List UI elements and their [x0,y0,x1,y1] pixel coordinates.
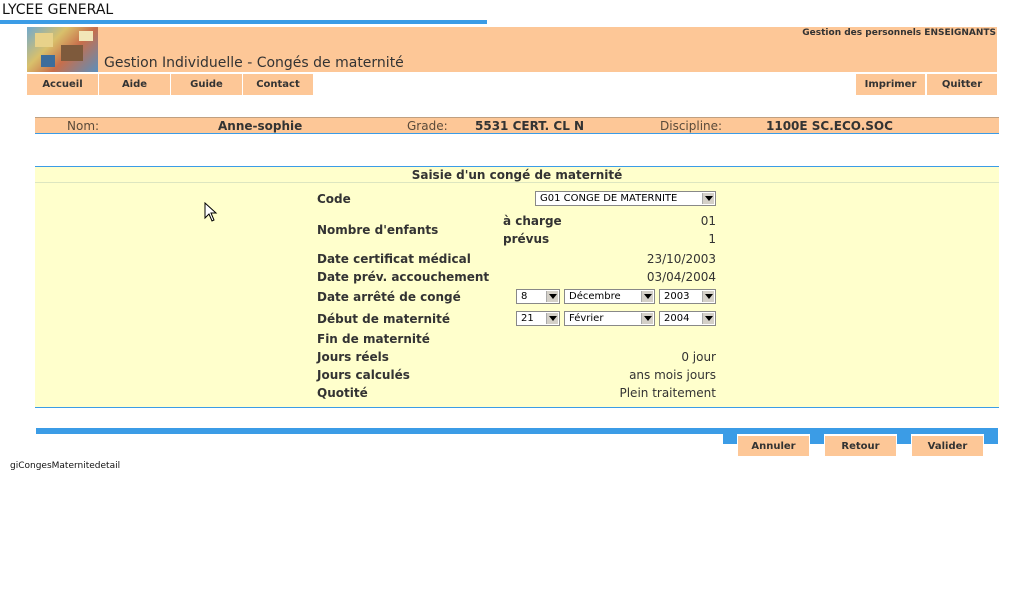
chevron-down-icon [546,291,558,302]
quit-button[interactable]: Quitter [927,74,997,95]
back-button[interactable]: Retour [825,436,896,456]
date-accouchement-label: Date prév. accouchement [317,270,490,284]
title-underline [0,20,487,24]
discipline-label: Discipline: [660,119,723,133]
fin-maternite-label: Fin de maternité [317,332,430,346]
jours-calcules-value: ans mois jours [629,368,716,382]
chevron-down-icon [641,313,653,324]
nav-accueil-button[interactable]: Accueil [27,74,98,95]
page-code: giCongesMaternitedetail [10,461,121,471]
debut-month-select[interactable]: Février [564,311,655,326]
chevron-down-icon [702,313,714,324]
debut-day-select[interactable]: 21 [516,311,560,326]
page-title: Gestion Individuelle - Congés de materni… [104,55,404,71]
grade-value: 5531 CERT. CL N [475,119,585,133]
discipline-value: 1100E SC.ECO.SOC [766,119,893,133]
chevron-down-icon [641,291,653,302]
prevus-value: 1 [708,232,716,246]
mouse-cursor-icon [204,202,218,222]
chevron-down-icon [702,291,714,302]
code-select[interactable]: G01 CONGE DE MATERNITE [535,191,716,206]
date-arrete-label: Date arrêté de congé [317,290,461,304]
code-label: Code [317,192,351,206]
a-charge-label: à charge [503,214,562,228]
debut-day-value: 21 [521,313,534,324]
tab-decoration [810,434,824,444]
form-bottom-line [35,407,999,408]
nom-label: Nom: [67,119,100,133]
debut-maternite-label: Début de maternité [317,312,450,326]
date-arrete-day-value: 8 [521,291,528,302]
nav-contact-button[interactable]: Contact [243,74,313,95]
a-charge-value: 01 [700,214,716,228]
print-button[interactable]: Imprimer [856,74,925,95]
jours-reels-value: 0 jour [681,350,716,364]
jours-calcules-label: Jours calculés [317,368,410,382]
jours-reels-label: Jours réels [317,350,389,364]
grade-label: Grade: [407,119,448,133]
date-accouchement-value: 03/04/2004 [646,270,716,284]
debut-month-value: Février [569,313,604,324]
date-arrete-year-value: 2003 [664,291,690,302]
quotite-label: Quotité [317,386,368,400]
date-arrete-year-select[interactable]: 2003 [659,289,716,304]
form-panel [35,167,999,407]
form-title-divider [35,182,999,183]
nav-guide-button[interactable]: Guide [171,74,242,95]
section-title: Gestion des personnels ENSEIGNANTS [802,28,996,38]
date-arrete-day-select[interactable]: 8 [516,289,560,304]
nav-aide-button[interactable]: Aide [99,74,170,95]
prevus-label: prévus [503,232,550,246]
bottom-divider [36,428,998,434]
chevron-down-icon [546,313,558,324]
cancel-button[interactable]: Annuler [738,436,809,456]
chevron-down-icon [702,193,714,204]
date-certificat-label: Date certificat médical [317,252,471,266]
identity-bar: Nom: Anne-sophie Grade: 5531 CERT. CL N … [35,117,999,134]
tab-decoration [984,434,998,444]
nb-enfants-label: Nombre d'enfants [317,223,439,237]
date-arrete-month-select[interactable]: Décembre [564,289,655,304]
debut-year-value: 2004 [664,313,690,324]
nom-value: Anne-sophie [218,119,303,133]
validate-button[interactable]: Valider [912,436,983,456]
code-select-value: G01 CONGE DE MATERNITE [540,193,678,204]
debut-year-select[interactable]: 2004 [659,311,716,326]
tab-decoration [897,434,911,444]
site-title: LYCEE GENERAL [2,2,114,18]
date-arrete-month-value: Décembre [569,291,621,302]
quotite-value: Plein traitement [619,386,716,400]
header-logo [27,27,98,72]
tab-decoration [723,434,737,444]
form-title: Saisie d'un congé de maternité [411,168,623,182]
date-certificat-value: 23/10/2003 [646,252,716,266]
